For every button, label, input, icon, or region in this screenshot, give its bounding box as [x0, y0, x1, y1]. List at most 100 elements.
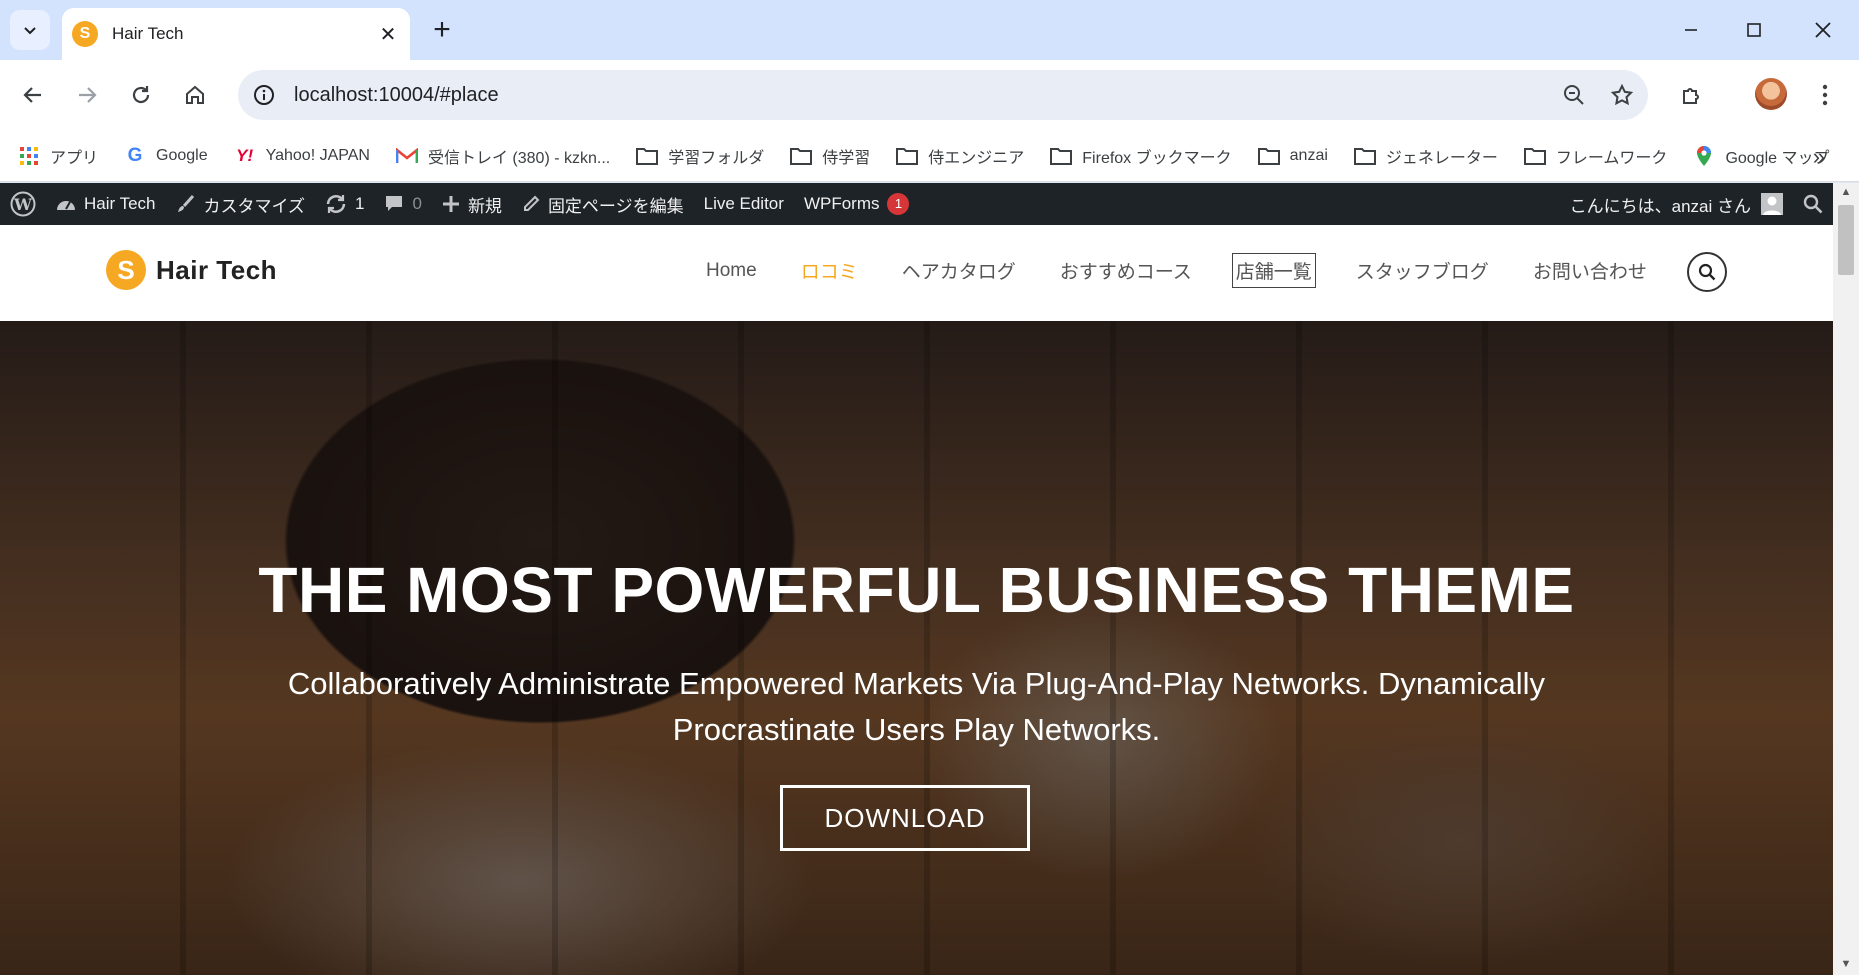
- scrollbar-thumb[interactable]: [1838, 205, 1854, 275]
- forward-button[interactable]: [66, 74, 108, 116]
- bookmark-label: Google: [156, 146, 208, 164]
- logo-mark-icon: S: [106, 250, 146, 290]
- folder-icon: [1353, 145, 1376, 167]
- wp-live-editor-label: Live Editor: [703, 194, 784, 213]
- home-icon: [186, 85, 204, 104]
- folder-icon: [1050, 145, 1073, 167]
- tab-strip: S Hair Tech ✕ +: [0, 0, 1859, 60]
- minimize-button[interactable]: [1663, 8, 1719, 52]
- bookmark-label: Yahoo! JAPAN: [265, 146, 370, 164]
- nav-item-home[interactable]: Home: [704, 258, 759, 284]
- bookmark-label: anzai: [1289, 146, 1328, 164]
- wp-search[interactable]: [1793, 183, 1833, 225]
- arrow-left-icon: [23, 87, 41, 103]
- site-info-icon[interactable]: [244, 75, 284, 115]
- bookmark-folder[interactable]: 侍エンジニア: [896, 144, 1024, 168]
- bookmark-google[interactable]: G Google: [124, 145, 208, 167]
- maximize-button[interactable]: [1726, 8, 1782, 52]
- home-button[interactable]: [174, 74, 216, 116]
- bookmark-gmail[interactable]: 受信トレイ (380) - kzkn...: [395, 144, 611, 168]
- bookmark-folder[interactable]: フレームワーク: [1523, 144, 1667, 168]
- pencil-icon: [522, 195, 540, 213]
- scroll-down-icon[interactable]: ▼: [1839, 957, 1853, 971]
- bookmarks-overflow-icon[interactable]: »: [1813, 144, 1825, 170]
- bookmark-star-icon[interactable]: [1600, 73, 1644, 117]
- page-scrollbar[interactable]: ▲ ▼: [1833, 183, 1859, 975]
- bookmark-folder[interactable]: anzai: [1257, 145, 1328, 167]
- tab-title: Hair Tech: [112, 24, 184, 43]
- paintbrush-icon: [176, 194, 196, 214]
- hero-title: THE MOST POWERFUL BUSINESS THEME: [258, 554, 1575, 626]
- bookmark-folder[interactable]: 侍学習: [790, 144, 870, 168]
- bookmark-yahoo[interactable]: Y! Yahoo! JAPAN: [234, 145, 370, 167]
- scroll-up-icon[interactable]: ▲: [1839, 185, 1853, 199]
- nav-item-hair-catalog[interactable]: ヘアカタログ: [900, 255, 1018, 286]
- wp-comments-count: 0: [412, 194, 422, 213]
- wp-customize[interactable]: カスタマイズ: [166, 183, 316, 225]
- browser-menu-button[interactable]: [1804, 74, 1846, 116]
- wp-live-editor[interactable]: Live Editor: [694, 183, 794, 225]
- wp-updates[interactable]: 1: [315, 183, 374, 225]
- folder-icon: [1257, 145, 1280, 167]
- bookmark-folder[interactable]: ジェネレーター: [1353, 144, 1498, 168]
- wp-wpforms-label: WPForms: [803, 194, 880, 213]
- bookmark-folder[interactable]: 学習フォルダ: [636, 144, 764, 168]
- wp-customize-label: カスタマイズ: [203, 196, 306, 216]
- yahoo-icon: Y!: [236, 145, 254, 165]
- google-icon: G: [127, 144, 143, 166]
- bookmark-label: 受信トレイ (380) - kzkn...: [427, 149, 611, 167]
- logo-text: Hair Tech: [156, 254, 278, 285]
- nav-item-reviews[interactable]: ロコミ: [799, 255, 860, 286]
- wp-logo-menu[interactable]: W: [0, 183, 46, 225]
- nav-item-staff-blog[interactable]: スタッフブログ: [1354, 255, 1491, 286]
- bookmarks-bar: アプリ G Google Y! Yahoo! JAPAN 受信トレイ (380)…: [0, 130, 1859, 182]
- wp-site-name-label: Hair Tech: [84, 194, 156, 213]
- download-button[interactable]: DOWNLOAD: [780, 785, 1030, 851]
- close-icon: [1815, 22, 1831, 38]
- wp-wpforms[interactable]: WPForms 1: [794, 183, 920, 225]
- update-arrows-icon: [325, 194, 347, 214]
- folder-icon: [896, 145, 919, 167]
- hero-subtitle-line-1: Collaboratively Administrate Empowered M…: [287, 666, 1546, 701]
- address-bar[interactable]: localhost:10004/#place: [238, 70, 1648, 120]
- close-window-button[interactable]: [1795, 8, 1851, 52]
- url-text[interactable]: localhost:10004/#place: [294, 84, 1552, 107]
- wp-new-content[interactable]: 新規: [432, 183, 512, 225]
- wp-account-menu[interactable]: こんにちは、anzai さん: [1560, 183, 1793, 225]
- folder-icon: [1523, 145, 1546, 167]
- wp-edit-page[interactable]: 固定ページを編集: [512, 183, 694, 225]
- wp-site-name[interactable]: Hair Tech: [46, 183, 166, 225]
- extensions-button[interactable]: [1671, 74, 1713, 116]
- user-avatar-icon: [1761, 193, 1783, 215]
- tab-close-icon[interactable]: ✕: [374, 20, 402, 48]
- reload-button[interactable]: [120, 74, 162, 116]
- wpforms-notification-badge: 1: [887, 193, 910, 215]
- bookmark-label: アプリ: [50, 149, 99, 167]
- nav-item-contact[interactable]: お問い合わせ: [1531, 255, 1649, 286]
- hero-subtitle: Collaboratively Administrate Empowered M…: [150, 661, 1683, 753]
- profile-avatar[interactable]: [1755, 78, 1787, 110]
- puzzle-icon: [1683, 88, 1699, 104]
- bookmark-apps[interactable]: アプリ: [18, 144, 98, 168]
- zoom-icon[interactable]: [1552, 73, 1596, 117]
- nav-item-recommended-courses[interactable]: おすすめコース: [1058, 255, 1194, 286]
- site-logo[interactable]: S Hair Tech: [106, 250, 277, 290]
- bookmark-google-maps[interactable]: Google マップ: [1693, 144, 1829, 168]
- site-favicon-icon: S: [72, 21, 98, 47]
- bookmark-label: Firefox ブックマーク: [1082, 149, 1232, 167]
- site-search-button[interactable]: [1687, 252, 1727, 292]
- hero-section: THE MOST POWERFUL BUSINESS THEME Collabo…: [0, 321, 1833, 975]
- maps-pin-icon: [1693, 145, 1715, 167]
- folder-icon: [790, 145, 813, 167]
- wp-new-label: 新規: [467, 196, 502, 216]
- wp-comments[interactable]: 0: [374, 183, 431, 225]
- comment-bubble-icon: [384, 194, 404, 214]
- minimize-icon: [1685, 29, 1697, 31]
- tab-search-button[interactable]: [10, 10, 50, 50]
- nav-item-store-list[interactable]: 店舗一覧: [1231, 253, 1316, 288]
- new-tab-button[interactable]: +: [424, 12, 460, 48]
- browser-tab[interactable]: S Hair Tech ✕: [62, 8, 410, 60]
- bookmark-folder[interactable]: Firefox ブックマーク: [1050, 144, 1232, 168]
- back-button[interactable]: [12, 74, 54, 116]
- dashboard-gauge-icon: [56, 195, 76, 213]
